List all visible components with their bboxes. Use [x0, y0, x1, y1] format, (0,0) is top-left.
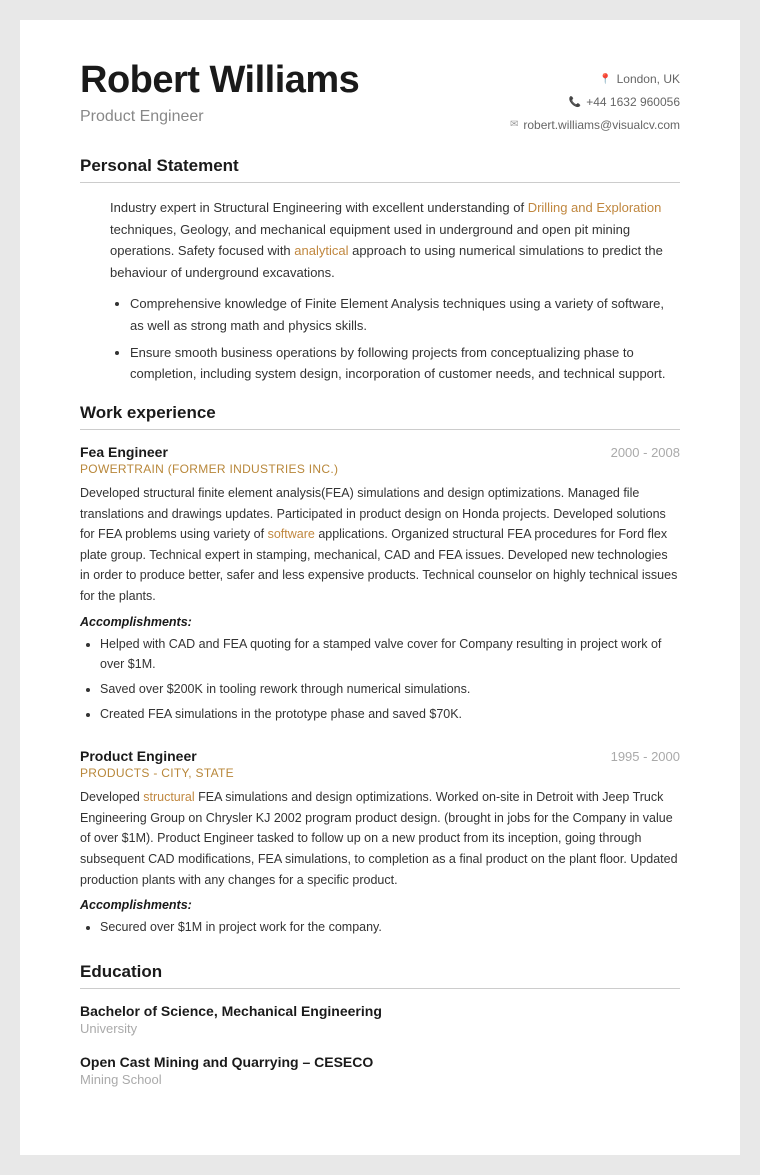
- job-1-accomplishments-title: Accomplishments:: [80, 615, 680, 629]
- education-section: Education Bachelor of Science, Mechanica…: [80, 962, 680, 1087]
- candidate-name: Robert Williams: [80, 60, 359, 102]
- personal-statement-section: Personal Statement Industry expert in St…: [80, 156, 680, 385]
- edu-1-school: University: [80, 1021, 680, 1036]
- header-left: Robert Williams Product Engineer: [80, 60, 359, 126]
- job-1-accomplishment-2: Saved over $200K in tooling rework throu…: [100, 679, 680, 700]
- job-1-dates: 2000 - 2008: [611, 445, 680, 460]
- job-1-highlight-1: software: [268, 527, 315, 541]
- job-1: Fea Engineer 2000 - 2008 POWERTRAIN (FOR…: [80, 444, 680, 724]
- job-2-accomplishment-1: Secured over $1M in project work for the…: [100, 917, 680, 938]
- job-2-desc-text-2: FEA simulations and design optimizations…: [80, 790, 678, 887]
- job-1-company: POWERTRAIN (FORMER INDUSTRIES INC.): [80, 462, 680, 476]
- education-item-2: Open Cast Mining and Quarrying – CESECO …: [80, 1054, 680, 1087]
- work-experience-title: Work experience: [80, 403, 680, 430]
- resume-document: Robert Williams Product Engineer 📍 Londo…: [20, 20, 740, 1155]
- personal-bullet-1: Comprehensive knowledge of Finite Elemen…: [130, 293, 680, 336]
- intro-highlight-2: analytical: [294, 243, 348, 258]
- job-1-title: Fea Engineer: [80, 444, 168, 460]
- candidate-title: Product Engineer: [80, 108, 359, 126]
- job-2-header: Product Engineer 1995 - 2000: [80, 748, 680, 764]
- edu-2-school: Mining School: [80, 1072, 680, 1087]
- edu-1-degree: Bachelor of Science, Mechanical Engineer…: [80, 1003, 680, 1019]
- intro-text-1: Industry expert in Structural Engineerin…: [110, 200, 528, 215]
- job-2-title: Product Engineer: [80, 748, 197, 764]
- personal-statement-intro: Industry expert in Structural Engineerin…: [110, 197, 680, 283]
- contact-email: ✉ robert.williams@visualcv.com: [510, 114, 680, 137]
- intro-highlight-1: Drilling and Exploration: [528, 200, 662, 215]
- job-2-desc-text-1: Developed: [80, 790, 143, 804]
- contact-phone: 📞 +44 1632 960056: [510, 91, 680, 114]
- location-icon: 📍: [599, 70, 611, 89]
- job-1-accomplishments-list: Helped with CAD and FEA quoting for a st…: [80, 634, 680, 725]
- personal-statement-title: Personal Statement: [80, 156, 680, 183]
- work-experience-section: Work experience Fea Engineer 2000 - 2008…: [80, 403, 680, 938]
- job-1-header: Fea Engineer 2000 - 2008: [80, 444, 680, 460]
- job-2-highlight-1: structural: [143, 790, 194, 804]
- personal-statement-body: Industry expert in Structural Engineerin…: [80, 197, 680, 385]
- contact-location: 📍 London, UK: [510, 68, 680, 91]
- job-2-dates: 1995 - 2000: [611, 749, 680, 764]
- job-2-accomplishments-list: Secured over $1M in project work for the…: [80, 917, 680, 938]
- job-1-accomplishment-1: Helped with CAD and FEA quoting for a st…: [100, 634, 680, 675]
- education-item-1: Bachelor of Science, Mechanical Engineer…: [80, 1003, 680, 1036]
- job-1-description: Developed structural finite element anal…: [80, 483, 680, 607]
- job-2: Product Engineer 1995 - 2000 PRODUCTS - …: [80, 748, 680, 938]
- header: Robert Williams Product Engineer 📍 Londo…: [80, 60, 680, 136]
- edu-2-degree: Open Cast Mining and Quarrying – CESECO: [80, 1054, 680, 1070]
- education-title: Education: [80, 962, 680, 989]
- personal-statement-bullets: Comprehensive knowledge of Finite Elemen…: [110, 293, 680, 385]
- contact-info: 📍 London, UK 📞 +44 1632 960056 ✉ robert.…: [510, 68, 680, 136]
- job-2-accomplishments-title: Accomplishments:: [80, 898, 680, 912]
- email-icon: ✉: [510, 115, 518, 134]
- job-2-description: Developed structural FEA simulations and…: [80, 787, 680, 890]
- personal-bullet-2: Ensure smooth business operations by fol…: [130, 342, 680, 385]
- job-1-accomplishment-3: Created FEA simulations in the prototype…: [100, 704, 680, 725]
- phone-icon: 📞: [569, 93, 581, 112]
- job-2-company: PRODUCTS - CITY, STATE: [80, 766, 680, 780]
